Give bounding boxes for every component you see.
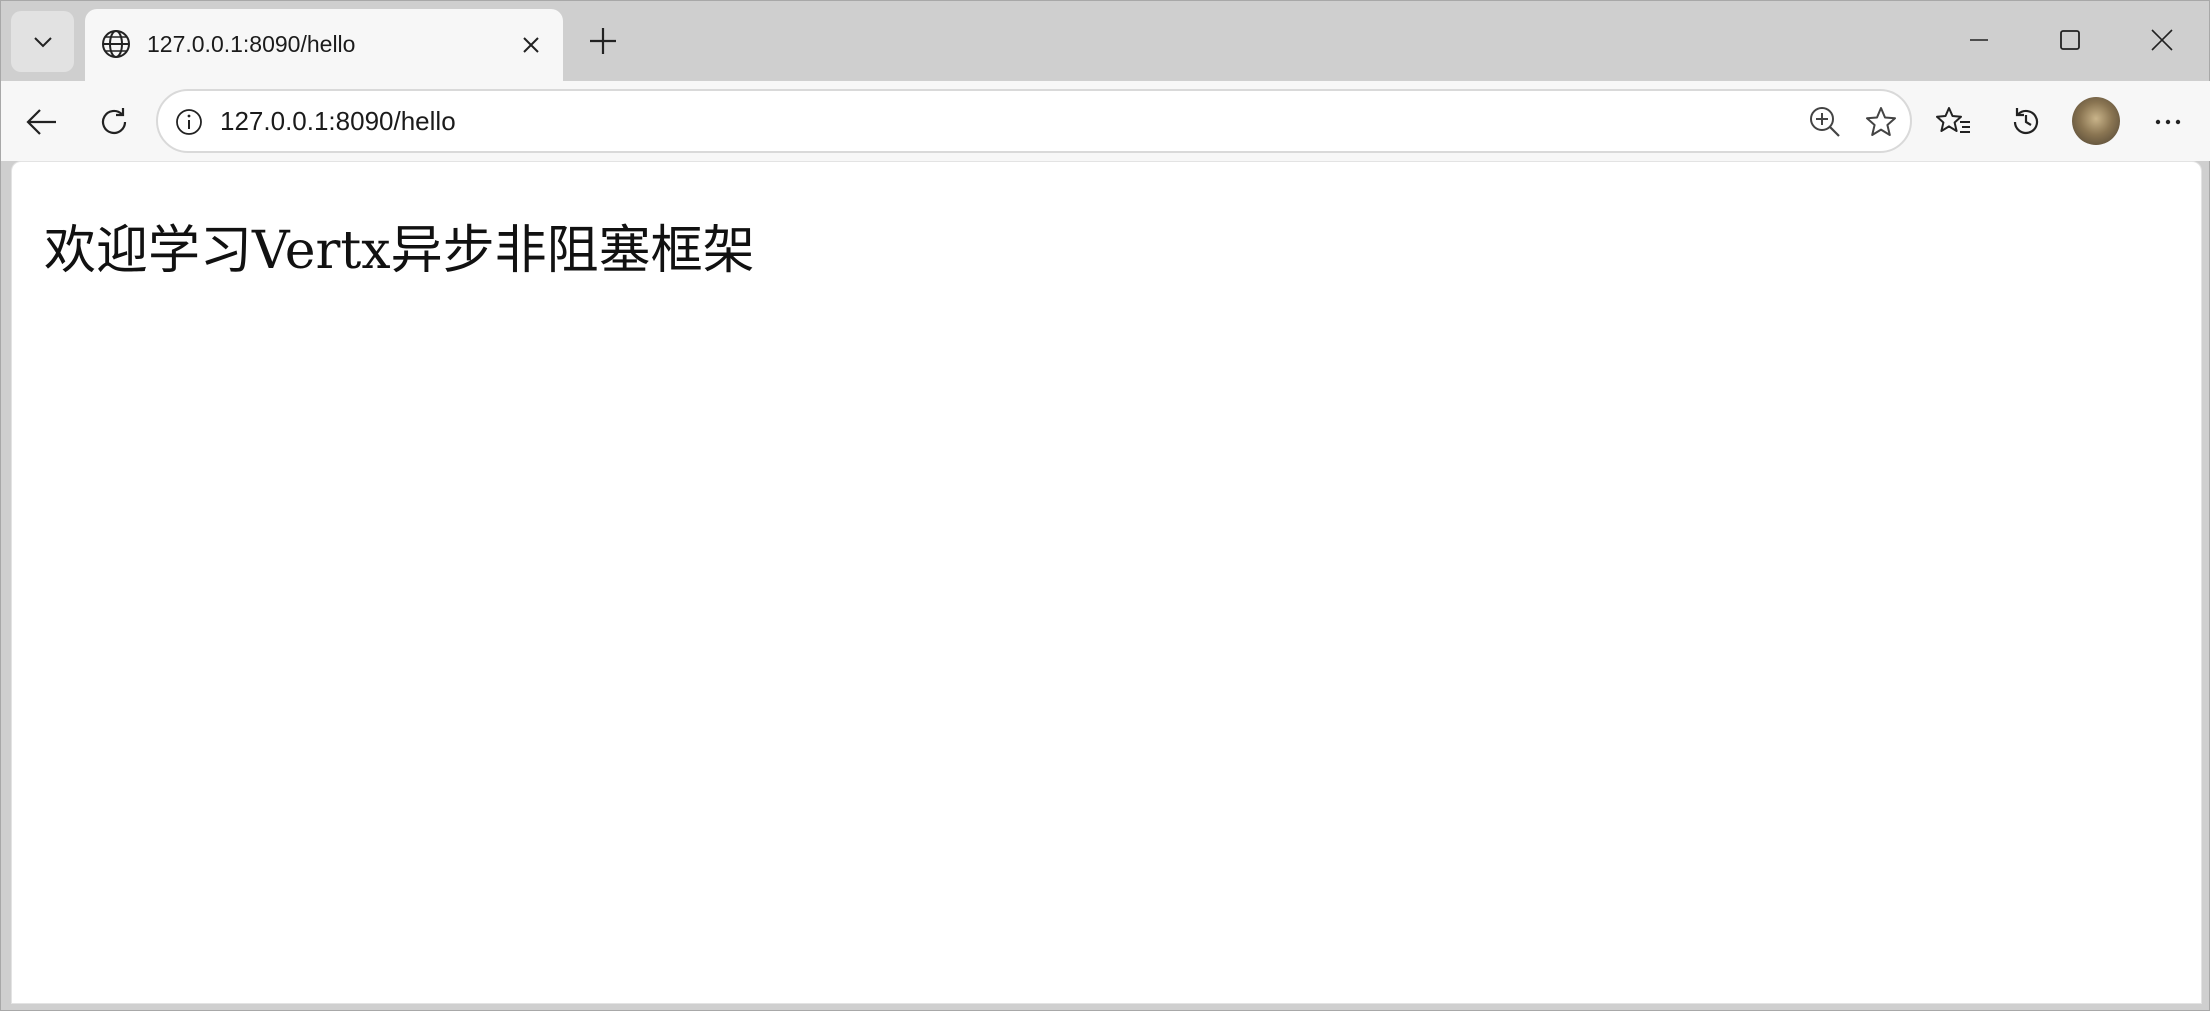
star-icon bbox=[1866, 107, 1896, 136]
profile-avatar[interactable] bbox=[2072, 97, 2120, 145]
zoom-in-icon bbox=[1810, 107, 1840, 137]
plus-icon bbox=[590, 28, 616, 54]
zoom-button[interactable] bbox=[1804, 101, 1846, 143]
tab-actions-button[interactable] bbox=[11, 11, 74, 72]
history-button[interactable] bbox=[2001, 97, 2051, 147]
browser-window: 127.0.0.1:8090/hello 127.0.0.1:8090/hell… bbox=[0, 0, 2210, 1011]
arrow-left-icon bbox=[26, 109, 56, 135]
tab-active[interactable]: 127.0.0.1:8090/hello bbox=[85, 9, 563, 81]
more-icon bbox=[2155, 119, 2181, 125]
tab-strip: 127.0.0.1:8090/hello bbox=[1, 1, 2210, 81]
favorites-button[interactable] bbox=[1929, 97, 1979, 147]
history-icon bbox=[2013, 108, 2039, 135]
close-icon bbox=[523, 37, 539, 53]
reload-icon bbox=[101, 108, 127, 135]
page-heading: 欢迎学习Vertx异步非阻塞框架 bbox=[44, 221, 755, 281]
reload-button[interactable] bbox=[89, 97, 139, 147]
settings-more-button[interactable] bbox=[2143, 97, 2193, 147]
close-icon bbox=[2151, 29, 2173, 51]
info-icon bbox=[176, 109, 202, 135]
maximize-button[interactable] bbox=[2047, 17, 2093, 63]
minimize-button[interactable] bbox=[1956, 17, 2002, 63]
navigation-toolbar: 127.0.0.1:8090/hello bbox=[1, 81, 2210, 161]
globe-icon bbox=[99, 27, 133, 61]
new-tab-button[interactable] bbox=[581, 19, 625, 63]
minimize-icon bbox=[1970, 39, 1988, 41]
page-viewport: 欢迎学习Vertx异步非阻塞框架 bbox=[11, 161, 2202, 1004]
chevron-down-icon bbox=[33, 36, 52, 47]
back-button[interactable] bbox=[17, 97, 67, 147]
url-text[interactable]: 127.0.0.1:8090/hello bbox=[220, 106, 456, 137]
address-bar[interactable]: 127.0.0.1:8090/hello bbox=[156, 89, 1912, 153]
favorites-icon bbox=[1936, 107, 1970, 133]
site-info-button[interactable] bbox=[170, 103, 208, 141]
add-favorite-button[interactable] bbox=[1860, 101, 1902, 143]
tab-close-button[interactable] bbox=[515, 29, 547, 61]
window-close-button[interactable] bbox=[2139, 17, 2185, 63]
tab-title: 127.0.0.1:8090/hello bbox=[147, 31, 356, 57]
maximize-icon bbox=[2060, 30, 2080, 50]
